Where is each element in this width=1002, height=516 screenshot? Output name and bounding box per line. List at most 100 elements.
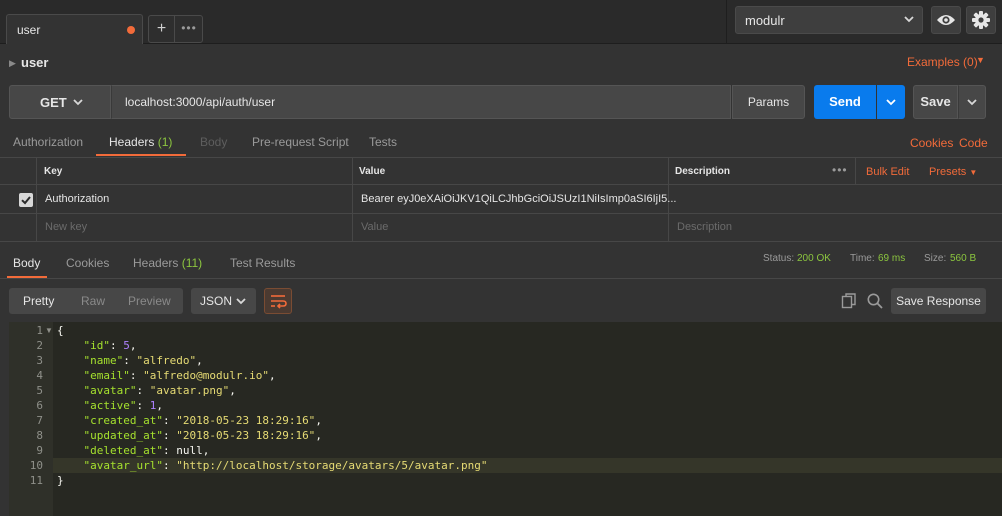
chevron-down-icon [886,99,896,106]
time-value[interactable]: 69 ms [878,253,905,264]
url-text: localhost:3000/api/auth/user [125,95,276,109]
new-description-input[interactable]: Description [677,221,732,233]
tab-strip: user + ••• modulr [0,0,1002,44]
view-pretty-button[interactable]: Pretty [23,294,54,308]
size-value[interactable]: 560 B [950,253,976,264]
json-colon: : [123,354,137,367]
tab-tests[interactable]: Tests [369,135,397,149]
new-value-input[interactable]: Value [361,221,388,233]
json-colon: : [136,384,150,397]
json-comma: , [315,414,322,427]
copy-icon[interactable] [840,292,858,310]
json-colon: : [162,429,177,442]
code-line: "updated_at": "2018-05-23 18:29:16", [57,429,322,442]
new-key-input[interactable]: New key [45,221,87,233]
view-raw-button[interactable]: Raw [81,294,105,308]
size-label: Size: [924,253,947,264]
search-icon[interactable] [866,292,884,310]
tab-more-button[interactable]: ••• [176,16,202,42]
tab-authorization[interactable]: Authorization [13,135,83,149]
response-tab-body[interactable]: Body [13,256,40,270]
status-value[interactable]: 200 OK [797,253,831,264]
send-dropdown-button[interactable] [877,85,905,119]
line-number: 6 [36,399,43,412]
json-key: "updated_at" [83,429,163,442]
environment-quick-look-button[interactable] [931,6,961,34]
new-tab-button[interactable]: + [149,16,175,42]
fold-arrow-icon[interactable]: ▼ [45,326,53,335]
chevron-down-icon [236,298,246,305]
gear-icon [972,11,990,29]
column-header-key: Key [44,166,63,177]
status-label: Status: [763,253,795,264]
settings-button[interactable] [966,6,996,34]
response-tab-bar: Body Cookies Headers (11) Test Results S… [0,249,1002,279]
tab-headers[interactable]: Headers (1) [109,135,172,149]
request-name[interactable]: user [21,55,48,70]
url-input[interactable]: localhost:3000/api/auth/user [111,85,731,119]
json-value: null [176,444,203,457]
method-select[interactable]: GET [9,85,111,119]
active-tab-indicator [96,154,186,156]
line-number-gutter: 1 ▼ 2 3 4 5 6 7 8 9 10 11 [9,322,53,516]
bulk-edit-link[interactable]: Bulk Edit [866,166,909,178]
save-dropdown-button[interactable] [958,85,986,119]
divider [726,0,727,44]
json-colon: : [129,369,144,382]
method-label: GET [40,95,67,110]
json-comma: , [202,444,210,457]
header-enabled-checkbox[interactable] [19,193,33,207]
tab-headers-count: (1) [157,135,173,149]
line-number: 2 [36,339,43,352]
save-button[interactable]: Save [913,85,958,119]
code-line: "created_at": "2018-05-23 18:29:16", [57,414,322,427]
tab-pre-request-script[interactable]: Pre-request Script [252,135,349,149]
presets-dropdown[interactable]: Presets ▼ [929,166,977,178]
json-comma: , [229,384,236,397]
response-tab-cookies[interactable]: Cookies [66,256,109,270]
column-divider [855,158,856,185]
json-colon: : [136,399,150,412]
response-tab-test-results[interactable]: Test Results [230,256,295,270]
json-key: "name" [83,354,124,367]
response-body-editor[interactable]: 1 ▼ 2 3 4 5 6 7 8 9 10 11 { "id": 5, "na… [9,322,1002,516]
table-row: Authorization Bearer eyJ0eXAiOiJKV1QiLCJ… [0,186,1002,214]
expand-arrow-icon[interactable]: ▶ [9,58,16,69]
examples-dropdown[interactable]: Examples (0) [907,55,978,69]
time-label: Time: [850,253,875,264]
format-select[interactable]: JSON [191,288,256,314]
json-comma: , [156,399,163,412]
save-response-button[interactable]: Save Response [891,288,986,314]
request-tab-user[interactable]: user [6,14,143,44]
code-link[interactable]: Code [959,136,988,150]
json-key: "deleted_at" [83,444,163,457]
cookies-link[interactable]: Cookies [910,136,953,150]
line-number: 11 [29,474,43,487]
json-key: "id" [83,339,111,352]
view-preview-button[interactable]: Preview [128,294,171,308]
tab-body[interactable]: Body [200,135,227,149]
params-button[interactable]: Params [732,85,805,119]
line-number: 10 [29,459,43,472]
json-comma: , [196,354,203,367]
json-comma: , [315,429,322,442]
unsaved-dot-icon [127,26,135,34]
request-tab-label: user [17,23,41,37]
send-button[interactable]: Send [814,85,876,119]
json-key: "active" [83,399,137,412]
code-line: "deleted_at": null, [57,444,210,457]
response-tab-headers[interactable]: Headers (11) [133,256,202,270]
line-number: 4 [36,369,43,382]
column-options-button[interactable]: ••• [832,163,848,177]
wrap-lines-button[interactable] [264,288,292,314]
header-value-cell[interactable]: Bearer eyJ0eXAiOiJKV1QiLCJhbGciOiJSUzI1N… [361,193,676,205]
checkmark-icon [21,196,31,205]
eye-icon [937,15,955,25]
header-key-cell[interactable]: Authorization [45,193,109,205]
environment-select[interactable]: modulr [735,6,923,34]
